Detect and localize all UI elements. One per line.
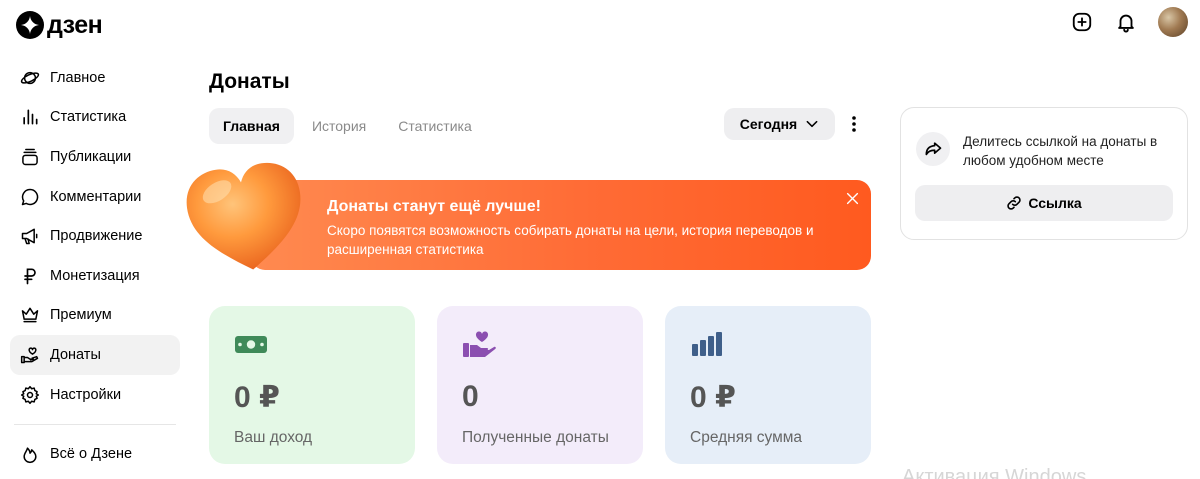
stack-icon xyxy=(20,147,40,167)
zen-star-icon xyxy=(16,11,44,39)
add-icon[interactable] xyxy=(1070,10,1094,34)
flame-icon xyxy=(20,444,40,464)
share-link-label: Ссылка xyxy=(1028,195,1082,211)
zen-logo[interactable]: дзен xyxy=(16,10,103,40)
heart-illustration xyxy=(186,162,301,270)
period-label: Сегодня xyxy=(739,116,798,132)
banner-title: Донаты станут ещё лучше! xyxy=(327,198,541,215)
sidebar-item-label: Всё о Дзене xyxy=(50,446,133,463)
tabs-row: Главная История Статистика Сегодня xyxy=(209,108,871,144)
donation-hand-icon xyxy=(463,331,496,357)
sidebar-item-promotion[interactable]: Продвижение xyxy=(10,216,180,256)
crown-icon xyxy=(20,305,40,325)
more-options-icon[interactable] xyxy=(842,112,866,136)
windows-watermark: Активация Windows xyxy=(902,466,1087,479)
brand-name: дзен xyxy=(47,10,103,39)
income-label: Ваш доход xyxy=(234,429,313,446)
sidebar-item-publications[interactable]: Публикации xyxy=(10,137,180,177)
sidebar-item-main[interactable]: Главное xyxy=(10,58,180,98)
close-icon[interactable] xyxy=(843,189,861,207)
tab-history[interactable]: История xyxy=(298,108,380,144)
avatar[interactable] xyxy=(1158,7,1188,37)
promo-banner: Донаты станут ещё лучше! Скоро появятся … xyxy=(181,158,871,273)
sidebar-item-label: Монетизация xyxy=(50,267,140,284)
sidebar-item-label: Премиум xyxy=(50,307,112,324)
money-icon xyxy=(235,336,267,353)
link-icon xyxy=(1006,195,1022,211)
bar-chart-icon xyxy=(692,332,722,356)
income-value: 0 ₽ xyxy=(234,381,280,414)
stat-cards: 0 ₽ Ваш доход 0 Полученные донаты 0 ₽ Ср… xyxy=(209,306,871,464)
stat-card-donations: 0 Полученные донаты xyxy=(437,306,643,464)
share-panel: Делитесь ссылкой на донаты в любом удобн… xyxy=(900,107,1188,240)
chevron-down-icon xyxy=(805,117,819,131)
sidebar: Главное Статистика Публикации Комментари… xyxy=(10,58,180,474)
banner-text: Скоро появятся возможность собирать дона… xyxy=(327,223,814,257)
ruble-icon xyxy=(20,266,40,286)
sidebar-item-statistics[interactable]: Статистика xyxy=(10,98,180,138)
sidebar-item-about[interactable]: Всё о Дзене xyxy=(10,434,180,474)
donations-label: Полученные донаты xyxy=(462,429,609,446)
stat-card-average: 0 ₽ Средняя сумма xyxy=(665,306,871,464)
share-link-button[interactable]: Ссылка xyxy=(915,185,1173,221)
donations-value: 0 xyxy=(462,380,479,413)
bell-icon[interactable] xyxy=(1114,10,1138,34)
main-content: Донаты Главная История Статистика Сегодн… xyxy=(186,70,871,464)
tab-main[interactable]: Главная xyxy=(209,108,294,144)
average-value: 0 ₽ xyxy=(690,381,736,414)
sidebar-item-label: Комментарии xyxy=(50,188,142,205)
comment-icon xyxy=(20,187,40,207)
sidebar-item-label: Главное xyxy=(50,69,106,86)
hand-heart-icon xyxy=(20,345,40,365)
average-label: Средняя сумма xyxy=(690,429,803,446)
gear-icon xyxy=(20,385,40,405)
share-arrow-icon xyxy=(916,132,950,166)
megaphone-icon xyxy=(20,226,40,246)
page-title: Донаты xyxy=(209,70,290,93)
sidebar-item-label: Настройки xyxy=(50,386,122,403)
sidebar-divider xyxy=(14,424,176,426)
sidebar-item-label: Статистика xyxy=(50,109,127,126)
topbar-actions xyxy=(1070,6,1188,38)
period-select[interactable]: Сегодня xyxy=(724,108,835,140)
stat-card-income: 0 ₽ Ваш доход xyxy=(209,306,415,464)
sidebar-item-donations[interactable]: Донаты xyxy=(10,335,180,375)
sidebar-item-settings[interactable]: Настройки xyxy=(10,375,180,415)
sidebar-item-premium[interactable]: Премиум xyxy=(10,296,180,336)
tab-statistics[interactable]: Статистика xyxy=(384,108,486,144)
sidebar-item-label: Публикации xyxy=(50,148,132,165)
sidebar-item-label: Донаты xyxy=(50,346,101,363)
planet-icon xyxy=(20,68,40,88)
share-text: Делитесь ссылкой на донаты в любом удобн… xyxy=(963,134,1158,168)
sidebar-item-comments[interactable]: Комментарии xyxy=(10,177,180,217)
sidebar-item-label: Продвижение xyxy=(50,228,143,245)
bars-icon xyxy=(20,107,40,127)
sidebar-item-monetization[interactable]: Монетизация xyxy=(10,256,180,296)
